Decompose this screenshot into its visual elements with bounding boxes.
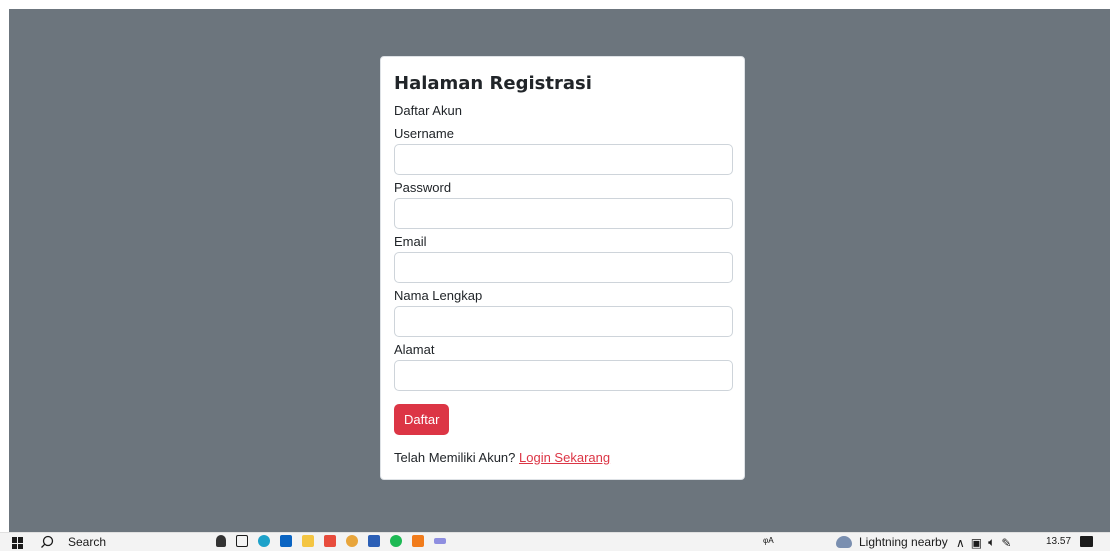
weather-icon[interactable]	[836, 536, 852, 548]
pen-icon[interactable]: ✎	[1001, 536, 1011, 550]
taskbar: Search ᵠᴬ Lightning nearby ∧ ▣ 🔈︎ ✎ 13.5…	[0, 532, 1110, 551]
chrome-icon[interactable]	[346, 535, 358, 547]
spotify-icon[interactable]	[390, 535, 402, 547]
weather-text[interactable]: Lightning nearby	[859, 535, 948, 549]
windows-start-icon[interactable]	[12, 537, 24, 549]
email-input[interactable]	[394, 252, 733, 283]
editor-icon[interactable]	[434, 538, 446, 544]
login-link[interactable]: Login Sekarang	[519, 450, 610, 465]
address-label: Alamat	[394, 342, 435, 357]
mail-icon[interactable]	[280, 535, 292, 547]
chevron-up-icon[interactable]: ∧	[956, 536, 965, 550]
login-prompt-text: Telah Memiliki Akun?	[394, 450, 516, 465]
volume-icon[interactable]: 🔈︎	[988, 535, 995, 550]
register-button[interactable]: Daftar	[394, 404, 450, 435]
full-name-input[interactable]	[394, 306, 733, 337]
username-input[interactable]	[394, 144, 733, 175]
page-title: Halaman Registrasi	[394, 73, 592, 94]
search-label[interactable]: Search	[68, 535, 106, 549]
network-icon[interactable]: ▣	[971, 536, 982, 550]
xampp-icon[interactable]	[412, 535, 424, 547]
notification-icon[interactable]	[1080, 536, 1093, 547]
address-input[interactable]	[394, 360, 733, 391]
full-name-label: Nama Lengkap	[394, 288, 483, 303]
full-name-field-group: Nama Lengkap	[394, 287, 733, 337]
form-subtitle: Daftar Akun	[394, 103, 462, 118]
word-icon[interactable]	[368, 535, 380, 547]
address-field-group: Alamat	[394, 341, 733, 391]
clock[interactable]: 13.57	[1046, 536, 1071, 547]
people-icon[interactable]: ᵠᴬ	[763, 535, 774, 549]
taskbar-apps	[216, 535, 446, 547]
email-field-group: Email	[394, 233, 733, 283]
password-field-group: Password	[394, 179, 733, 229]
registration-card: Halaman Registrasi Daftar Akun Username …	[380, 56, 745, 480]
top-strip	[0, 0, 1110, 9]
password-input[interactable]	[394, 198, 733, 229]
store-icon[interactable]	[324, 535, 336, 547]
file-explorer-icon[interactable]	[302, 535, 314, 547]
password-label: Password	[394, 180, 452, 195]
username-label: Username	[394, 126, 454, 141]
system-tray: ∧ ▣ 🔈︎ ✎	[956, 535, 1011, 550]
search-icon[interactable]	[40, 535, 54, 549]
penguin-app-icon[interactable]	[216, 535, 226, 547]
email-label: Email	[394, 234, 427, 249]
task-view-icon[interactable]	[236, 535, 248, 547]
username-field-group: Username	[394, 125, 733, 175]
edge-icon[interactable]	[258, 535, 270, 547]
login-prompt: Telah Memiliki Akun? Login Sekarang	[394, 450, 731, 465]
